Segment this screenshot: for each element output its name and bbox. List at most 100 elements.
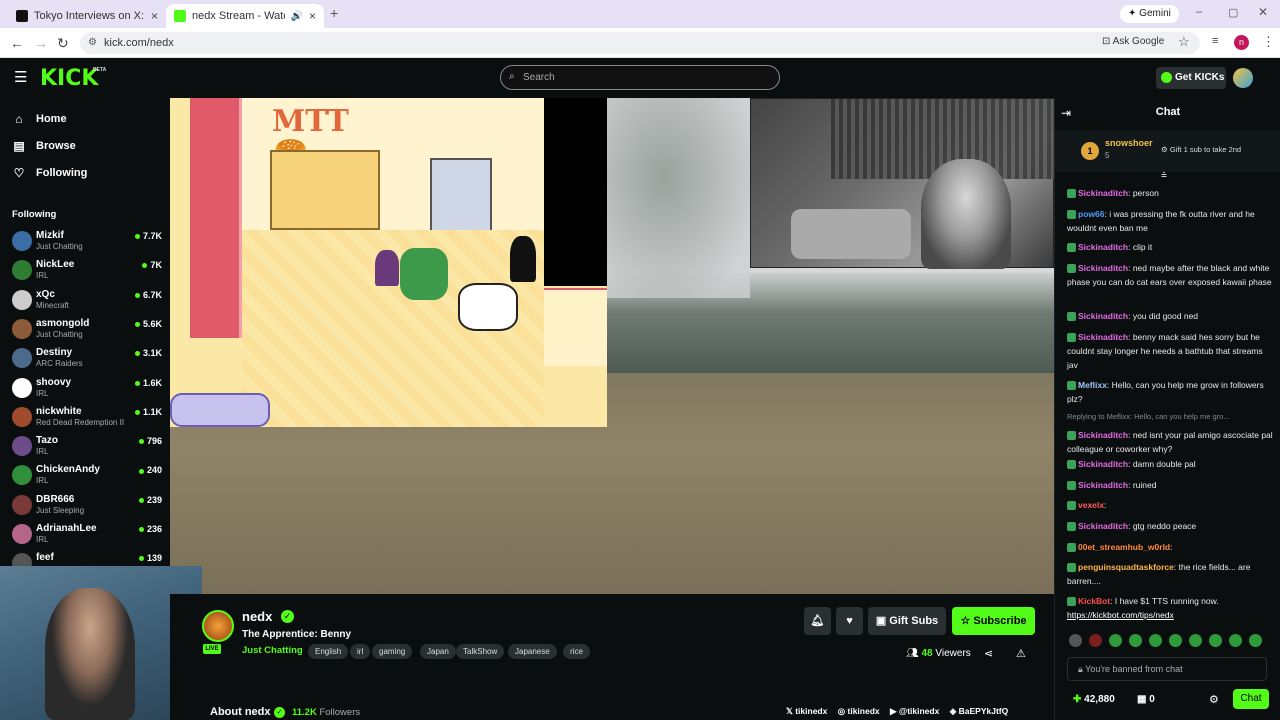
pin-icon[interactable]: ⩮ (1161, 170, 1167, 181)
stream-tag[interactable]: irl (350, 644, 371, 659)
chat-message[interactable]: Sickinaditch: benny mack said hes sorry … (1067, 330, 1273, 372)
gemini-button[interactable]: ✦ Gemini (1120, 5, 1179, 23)
chat-settings-icon[interactable]: ⚙ (1209, 693, 1219, 706)
kick-logo[interactable]: KICK (40, 66, 98, 91)
chat-link[interactable]: https://kickbot.com/tips/nedx (1067, 610, 1174, 620)
browser-menu-icon[interactable]: ⋮ (1262, 34, 1275, 50)
stream-tag[interactable]: English (308, 644, 349, 659)
chat-username[interactable]: 00et_streamhub_w0rld (1078, 542, 1170, 552)
speaker-icon[interactable]: 🔊 (291, 11, 303, 22)
chat-username[interactable]: Sickinaditch (1078, 263, 1128, 273)
chat-username[interactable]: Sickinaditch (1078, 332, 1128, 342)
reload-icon[interactable]: ↻ (57, 35, 69, 52)
report-icon[interactable]: ⚠ (1016, 647, 1026, 660)
emote-icon[interactable] (1249, 634, 1262, 647)
sidebar-channel-item[interactable]: Tazo IRL 796 (12, 433, 162, 461)
emote-icon[interactable] (1209, 634, 1222, 647)
follow-heart-button[interactable]: ♥ (836, 607, 863, 635)
get-kicks-button[interactable]: Get KICKs (1156, 67, 1226, 89)
close-tab-icon[interactable]: × (151, 9, 158, 23)
chat-username[interactable]: Sickinaditch (1078, 188, 1128, 198)
sidebar-channel-item[interactable]: xQc Minecraft 6.7K (12, 287, 162, 315)
emote-icon[interactable] (1089, 634, 1102, 647)
gift-prompt[interactable]: ⚙ Gift 1 sub to take 2nd (1161, 145, 1241, 154)
social-youtube[interactable]: @tikinedx (899, 706, 939, 716)
subscribe-button[interactable]: ☆ Subscribe (952, 607, 1035, 635)
chat-message[interactable]: 00et_streamhub_w0rld: (1067, 540, 1273, 554)
site-info-icon[interactable]: ⚙ (88, 37, 97, 48)
sidebar-channel-item[interactable]: AdrianahLee IRL 236 (12, 521, 162, 549)
chat-username[interactable]: KickBot (1078, 596, 1110, 606)
stream-category-link[interactable]: Just Chatting (242, 645, 303, 656)
sidebar-channel-item[interactable]: ChickenAndy IRL 240 (12, 462, 162, 490)
ask-google-button[interactable]: ⊡ Ask Google (1102, 36, 1164, 47)
sidebar-channel-item[interactable]: Destiny ARC Raiders 3.1K (12, 345, 162, 373)
minimize-button[interactable]: – (1196, 6, 1202, 18)
notification-bell-button[interactable]: 🔔︎ (804, 607, 831, 635)
chat-username[interactable]: vexelx (1078, 500, 1104, 510)
chat-message[interactable]: Meflixx: Hello, can you help me grow in … (1067, 378, 1273, 406)
sidebar-channel-item[interactable]: shoovy IRL 1.6K (12, 375, 162, 403)
gifter-name[interactable]: snowshoer (1105, 138, 1153, 148)
emote-icon[interactable] (1109, 634, 1122, 647)
chat-username[interactable]: Sickinaditch (1078, 521, 1128, 531)
chat-username[interactable]: Meflixx (1078, 380, 1107, 390)
gift-count-display[interactable]: ▦ 0 (1137, 694, 1155, 705)
chat-message[interactable]: Sickinaditch: person (1067, 186, 1273, 200)
channel-name[interactable]: nedx (242, 609, 272, 624)
search-input[interactable]: Search (500, 65, 780, 90)
chat-input[interactable]: 🔒︎ You're banned from chat (1067, 657, 1267, 681)
sidebar-channel-item[interactable]: Mizkif Just Chatting 7.7K (12, 228, 162, 256)
nav-browse[interactable]: ▤ Browse (12, 139, 75, 153)
chat-message[interactable]: pow66: i was pressing the fk outta river… (1067, 207, 1273, 235)
chat-username[interactable]: Sickinaditch (1078, 480, 1128, 490)
chat-message[interactable]: Sickinaditch: you did good ned (1067, 309, 1273, 323)
chat-message[interactable]: Sickinaditch: ned isnt your pal amigo as… (1067, 428, 1273, 456)
sidebar-channel-item[interactable]: NickLee IRL 7K (12, 257, 162, 285)
stream-tag[interactable]: gaming (372, 644, 413, 659)
chat-send-button[interactable]: Chat (1233, 689, 1269, 709)
emote-icon[interactable] (1149, 634, 1162, 647)
chat-message[interactable]: vexelx: (1067, 498, 1273, 512)
emote-icon[interactable] (1189, 634, 1202, 647)
gift-subs-button[interactable]: ▣ Gift Subs (868, 607, 946, 635)
points-display[interactable]: ✚ 42,880 (1073, 694, 1115, 705)
video-player[interactable]: MTT🍔 (170, 98, 1054, 594)
emote-icon[interactable] (1169, 634, 1182, 647)
hamburger-menu-icon[interactable]: ☰ (14, 68, 27, 86)
chat-message[interactable]: Sickinaditch: ned maybe after the black … (1067, 261, 1273, 289)
channel-avatar[interactable] (202, 610, 234, 642)
forward-icon[interactable]: → (34, 35, 48, 51)
url-field[interactable]: kick.com/nedx (80, 32, 1200, 54)
browser-tab[interactable]: Tokyo Interviews on X: "@calli × (8, 4, 166, 28)
sidebar-channel-item[interactable]: nickwhite Red Dead Redemption II 1.1K (12, 404, 162, 432)
chat-message[interactable]: penguinsquadtaskforce: the rice fields..… (1067, 560, 1273, 588)
emote-icon[interactable] (1069, 634, 1082, 647)
social-discord[interactable]: BaEPYkJtfQ (959, 706, 1009, 716)
stream-tag[interactable]: rice (563, 644, 590, 659)
chat-message[interactable]: Sickinaditch: clip it (1067, 240, 1273, 254)
chat-username[interactable]: penguinsquadtaskforce (1078, 562, 1174, 572)
share-icon[interactable]: ⋖ (984, 647, 993, 660)
social-x[interactable]: tikinedx (795, 706, 827, 716)
chat-username[interactable]: pow66 (1078, 209, 1104, 219)
stream-tag[interactable]: TalkShow (456, 644, 505, 659)
user-avatar[interactable] (1233, 68, 1253, 88)
close-tab-icon[interactable]: × (309, 9, 316, 23)
chat-username[interactable]: Sickinaditch (1078, 430, 1128, 440)
browser-tab-active[interactable]: nedx Stream - Watch Live o 🔊 × (166, 4, 324, 28)
emote-icon[interactable] (1129, 634, 1142, 647)
back-icon[interactable]: ← (10, 35, 24, 51)
chat-message[interactable]: Sickinaditch: damn double pal (1067, 457, 1273, 471)
chat-message[interactable]: Sickinaditch: gtg neddo peace (1067, 519, 1273, 533)
chat-message[interactable]: Sickinaditch: ruined (1067, 478, 1273, 492)
chat-username[interactable]: Sickinaditch (1078, 311, 1128, 321)
new-tab-button[interactable]: + (330, 5, 338, 21)
sidebar-channel-item[interactable]: DBR666 Just Sleeping 239 (12, 492, 162, 520)
bookmark-star-icon[interactable]: ☆ (1178, 34, 1190, 50)
maximize-button[interactable]: ▢ (1228, 6, 1238, 19)
chat-message[interactable]: KickBot: I have $1 TTS running now. https… (1067, 594, 1273, 622)
nav-home[interactable]: ⌂ Home (12, 112, 66, 126)
close-window-button[interactable]: ✕ (1258, 5, 1268, 19)
profile-avatar[interactable]: n (1234, 35, 1249, 50)
